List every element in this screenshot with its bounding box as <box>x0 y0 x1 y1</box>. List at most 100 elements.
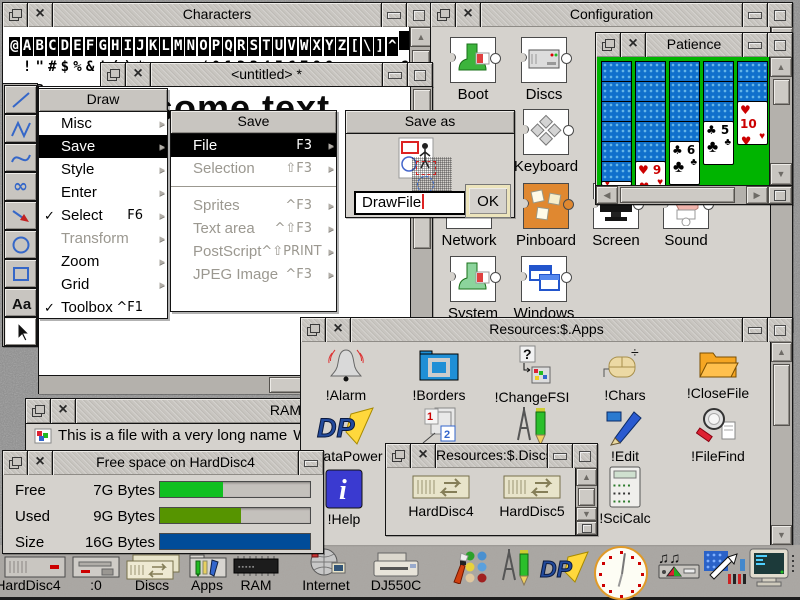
menu-item-save[interactable]: Save▸ <box>39 135 167 158</box>
menu-item-textarea[interactable]: Text area^⇧F3▸ <box>171 217 336 240</box>
toggle-size-button[interactable] <box>767 318 792 342</box>
menu-item-zoom[interactable]: Zoom▸ <box>39 250 167 273</box>
config-item-windows[interactable]: Windows <box>504 256 584 322</box>
tool-select[interactable] <box>4 317 37 346</box>
patience-hscrollbar[interactable]: ◀ ▶ <box>596 185 792 204</box>
iconise-button[interactable] <box>742 3 767 27</box>
freespace-titlebar[interactable]: × Free space on HardDisc4 <box>3 451 323 475</box>
config-item-discs[interactable]: Discs <box>504 37 584 103</box>
toggle-size-button[interactable] <box>767 33 792 57</box>
iconise-button[interactable] <box>547 444 572 468</box>
ok-button[interactable]: OK <box>466 185 510 217</box>
untitled-titlebar[interactable]: × <untitled> * <box>101 63 432 87</box>
app-chars[interactable]: ÷ !Chars <box>583 345 667 403</box>
discs-scrollbar[interactable]: ▲ ▼ <box>575 468 597 535</box>
scroll-slider[interactable] <box>578 488 595 506</box>
iconbar-label[interactable]: RAM <box>228 577 284 593</box>
close-button[interactable]: × <box>326 318 351 342</box>
menu-item-selection[interactable]: Selection⇧F3▸ <box>171 157 336 180</box>
resize-handle[interactable] <box>768 186 792 204</box>
discs-titlebar[interactable]: × Resources:$.Discs <box>386 444 597 468</box>
menu-item-style[interactable]: Style▸ <box>39 158 167 181</box>
card-column[interactable]: ♥ 10♥♥ <box>737 57 768 185</box>
iconbar-mixer[interactable] <box>702 549 748 590</box>
card-column[interactable]: ♣ 5♣♣ <box>703 57 734 185</box>
configuration-titlebar[interactable]: × Configuration <box>431 3 792 27</box>
toggle-size-button[interactable] <box>767 3 792 27</box>
iconise-button[interactable] <box>298 451 323 475</box>
close-button[interactable]: × <box>28 451 53 475</box>
toggle-size-button[interactable] <box>407 63 432 87</box>
close-button[interactable]: × <box>456 3 481 27</box>
app-closefile[interactable]: !CloseFile <box>676 345 760 401</box>
iconbar-label[interactable]: :0 <box>66 577 126 593</box>
menu-item-jpeg[interactable]: JPEG Image^F3▸ <box>171 263 336 286</box>
iconbar-clock[interactable] <box>594 546 648 600</box>
tool-line[interactable] <box>4 85 37 114</box>
iconise-button[interactable] <box>742 33 767 57</box>
iconbar-datapower[interactable]: DP <box>538 550 592 589</box>
iconbar-paint[interactable] <box>452 550 496 589</box>
menu-item-select[interactable]: ✓SelectF6▸ <box>39 204 167 227</box>
scroll-down-button[interactable]: ▼ <box>770 163 792 185</box>
close-button[interactable]: × <box>126 63 151 87</box>
menu-item-sprites[interactable]: Sprites^F3▸ <box>171 194 336 217</box>
iconise-button[interactable] <box>742 318 767 342</box>
back-button[interactable] <box>3 451 28 475</box>
characters-titlebar[interactable]: × Characters <box>3 3 431 27</box>
untitled-titlebar-window[interactable]: × <untitled> * <box>100 62 433 87</box>
config-item-system[interactable]: System <box>433 256 513 322</box>
tool-polyline[interactable] <box>4 114 37 143</box>
back-button[interactable] <box>26 399 51 423</box>
iconbar-draw[interactable] <box>496 548 536 591</box>
toggle-size-button[interactable] <box>406 3 431 27</box>
scroll-slider[interactable] <box>773 79 790 105</box>
patience-titlebar[interactable]: × Patience <box>596 33 792 57</box>
back-button[interactable] <box>386 444 411 468</box>
scroll-down-button[interactable]: ▼ <box>771 525 792 545</box>
app-alarm[interactable]: !Alarm <box>304 345 388 403</box>
iconbar-label[interactable]: Internet <box>298 577 354 593</box>
scroll-slider[interactable] <box>773 364 790 426</box>
menu-item-transform[interactable]: Transform▸ <box>39 227 167 250</box>
back-button[interactable] <box>431 3 456 27</box>
scroll-right-button[interactable]: ▶ <box>746 186 768 204</box>
drive-harddisc4[interactable]: HardDisc4 <box>400 473 482 519</box>
scroll-slider[interactable] <box>620 187 735 203</box>
iconbar-label[interactable]: HardDisc4 <box>0 577 74 593</box>
close-button[interactable]: × <box>621 33 646 57</box>
app-borders[interactable]: !Borders <box>397 345 481 403</box>
config-item-keyboard[interactable]: Keyboard <box>506 109 586 175</box>
close-button[interactable]: × <box>411 444 436 468</box>
card-face[interactable]: ♣ 5♣♣ <box>703 121 734 165</box>
iconbar-label[interactable]: Apps <box>184 577 230 593</box>
apps-scrollbar[interactable]: ▲ ▼ <box>770 342 792 545</box>
apps-titlebar[interactable]: × Resources:$.Apps <box>301 318 792 342</box>
close-button[interactable]: × <box>28 3 53 27</box>
app-filefind[interactable]: !FileFind <box>676 406 760 464</box>
card-column[interactable]: ♣ 6♣♣ <box>669 57 700 185</box>
iconbar-taskmanager[interactable] <box>746 547 792 594</box>
scroll-up-button[interactable]: ▲ <box>770 57 792 77</box>
tool-curve[interactable] <box>4 143 37 172</box>
iconise-button[interactable] <box>381 3 406 27</box>
tool-rectangle[interactable] <box>4 259 37 288</box>
drive-harddisc5[interactable]: HardDisc5 <box>491 473 573 519</box>
ram-window-titlebar[interactable]: × RAM <box>25 398 306 424</box>
ram-titlebar[interactable]: × RAM <box>26 399 305 423</box>
scroll-up-button[interactable]: ▲ <box>410 27 432 47</box>
card-face[interactable]: ♥ 10♥♥ <box>737 101 768 145</box>
menu-item-postscript[interactable]: PostScript^⇧PRINT▸ <box>171 240 336 263</box>
resize-handle[interactable] <box>576 521 597 535</box>
scroll-left-button[interactable]: ◀ <box>596 186 618 204</box>
scroll-down-button[interactable]: ▼ <box>576 507 597 521</box>
app-draw[interactable] <box>490 406 574 448</box>
toggle-size-button[interactable] <box>572 444 597 468</box>
config-item-boot[interactable]: Boot <box>433 37 513 103</box>
menu-item-grid[interactable]: Grid▸ <box>39 273 167 296</box>
scroll-up-button[interactable]: ▲ <box>771 342 792 362</box>
tool-ellipse[interactable] <box>4 230 37 259</box>
card-column[interactable]: ♥ 9♥♥ <box>635 57 666 185</box>
back-button[interactable] <box>596 33 621 57</box>
iconbar-label[interactable]: Discs <box>122 577 182 593</box>
